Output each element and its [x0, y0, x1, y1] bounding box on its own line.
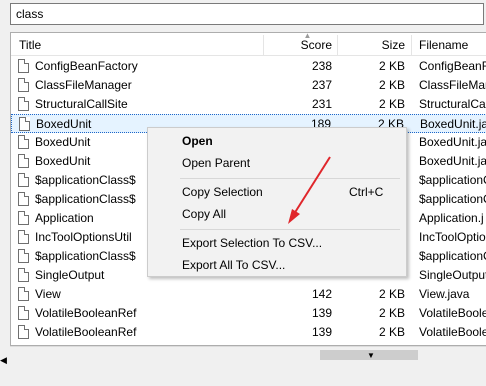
row-score: 238	[311, 59, 332, 73]
row-size: 2 KB	[378, 325, 405, 339]
row-filename: BoxedUnit.jav	[420, 117, 486, 131]
row-title: VolatileBooleanRef	[35, 325, 137, 339]
row-filename: SingleOutput	[419, 268, 486, 282]
file-icon	[18, 192, 29, 206]
row-size: 2 KB	[378, 78, 405, 92]
row-title: BoxedUnit	[36, 117, 92, 131]
table-row[interactable]: ConfigBeanFactory 238 2 KB ConfigBeanF	[11, 57, 486, 76]
table-row[interactable]: StructuralCallSite 231 2 KB StructuralCal	[11, 95, 486, 114]
table-row[interactable]: ClassFileManager 237 2 KB ClassFileMan	[11, 76, 486, 95]
menu-item-open-parent[interactable]: Open Parent	[148, 152, 406, 174]
row-title: ConfigBeanFactory	[35, 59, 138, 73]
row-title: BoxedUnit	[35, 135, 91, 149]
column-separator[interactable]	[411, 35, 412, 55]
row-size: 2 KB	[378, 97, 405, 111]
column-header-score[interactable]: Score	[264, 33, 332, 55]
row-score: 237	[311, 78, 332, 92]
shortcut-label: Ctrl+C	[349, 185, 384, 199]
table-row[interactable]: VolatileBooleanRef 139 2 KB VolatileBoole	[11, 323, 486, 342]
row-filename: IncToolOption	[419, 230, 486, 244]
file-icon	[18, 154, 29, 168]
file-icon	[19, 117, 30, 131]
row-score: 142	[311, 287, 332, 301]
menu-separator	[180, 229, 400, 230]
row-filename: ClassFileMan	[419, 78, 486, 92]
row-filename: $applicationC	[419, 173, 486, 187]
row-score: 231	[311, 97, 332, 111]
file-icon	[18, 135, 29, 149]
row-title: $applicationClass$	[35, 192, 136, 206]
file-icon	[18, 97, 29, 111]
row-filename: VolatileBoole	[419, 306, 486, 320]
column-header-size[interactable]: Size	[338, 33, 405, 55]
column-header-filename[interactable]: Filename	[419, 33, 486, 55]
menu-item-copy-selection[interactable]: Copy Selection Ctrl+C	[148, 181, 406, 203]
file-icon	[18, 78, 29, 92]
row-title: $applicationClass$	[35, 173, 136, 187]
search-input-value: class	[16, 7, 44, 21]
file-icon	[18, 59, 29, 73]
row-title: ClassFileManager	[35, 78, 132, 92]
file-icon	[18, 230, 29, 244]
row-filename: VolatileBoole	[419, 325, 486, 339]
row-filename: $applicationC	[419, 192, 486, 206]
row-score: 139	[311, 306, 332, 320]
context-menu: Open Open Parent Copy Selection Ctrl+C C…	[147, 127, 407, 277]
table-row[interactable]: View 142 2 KB View.java	[11, 285, 486, 304]
table-header: Title ▲ Score Size Filename	[11, 33, 486, 56]
row-title: $applicationClass$	[35, 249, 136, 263]
file-icon	[18, 325, 29, 339]
row-title: StructuralCallSite	[35, 97, 128, 111]
menu-item-export-selection-csv[interactable]: Export Selection To CSV...	[148, 232, 406, 254]
row-title: SingleOutput	[35, 268, 105, 282]
row-size: 2 KB	[378, 306, 405, 320]
row-filename: View.java	[419, 287, 470, 301]
row-filename: StructuralCal	[419, 97, 486, 111]
table-row[interactable]: VolatileBooleanRef 139 2 KB VolatileBoole	[11, 304, 486, 323]
menu-item-copy-all[interactable]: Copy All	[148, 203, 406, 225]
file-icon	[18, 249, 29, 263]
scroll-left-arrow-icon[interactable]: ◀	[0, 355, 8, 365]
row-filename: BoxedUnit.jav	[419, 154, 486, 168]
horizontal-scrollbar[interactable]: ▼	[10, 346, 486, 364]
scroll-down-arrow-icon[interactable]: ▼	[366, 352, 376, 360]
row-score: 139	[311, 325, 332, 339]
menu-separator	[180, 178, 400, 179]
file-icon	[18, 211, 29, 225]
row-title: BoxedUnit	[35, 154, 91, 168]
menu-item-open[interactable]: Open	[148, 130, 406, 152]
row-title: Application	[35, 211, 94, 225]
file-icon	[18, 268, 29, 282]
file-icon	[18, 287, 29, 301]
file-icon	[18, 173, 29, 187]
row-title: VolatileBooleanRef	[35, 306, 137, 320]
column-header-title[interactable]: Title	[19, 33, 259, 55]
search-input[interactable]: class	[10, 3, 484, 25]
row-filename: ConfigBeanF	[419, 59, 486, 73]
row-filename: $applicationC	[419, 249, 486, 263]
row-size: 2 KB	[378, 59, 405, 73]
menu-item-export-all-csv[interactable]: Export All To CSV...	[148, 254, 406, 276]
row-title: View	[35, 287, 61, 301]
file-icon	[18, 306, 29, 320]
row-title: IncToolOptionsUtil	[35, 230, 132, 244]
row-filename: Application.j	[419, 211, 484, 225]
row-size: 2 KB	[378, 287, 405, 301]
row-filename: BoxedUnit.jav	[419, 135, 486, 149]
